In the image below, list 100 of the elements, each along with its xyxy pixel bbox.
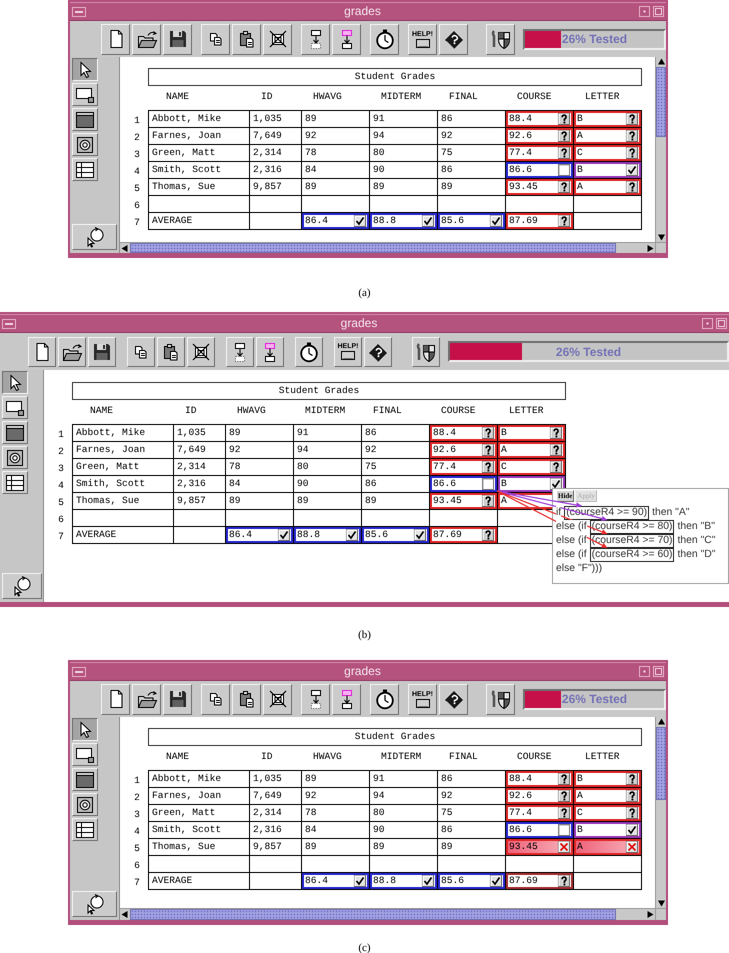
copy-button[interactable] [127,336,155,366]
shield-button[interactable] [412,336,440,366]
check-icon[interactable] [278,529,290,541]
question-icon[interactable] [626,181,638,193]
question-icon[interactable] [626,773,638,785]
window-tool[interactable] [72,768,98,791]
paste-button[interactable] [157,336,185,366]
scroll-thumb[interactable] [656,67,666,138]
right-arrow-icon[interactable] [646,910,655,919]
open-button[interactable] [132,684,161,714]
check-icon[interactable] [490,215,502,227]
horizontal-scrollbar[interactable] [120,908,655,920]
question-icon[interactable] [626,807,638,819]
down-arrow-icon[interactable] [656,233,666,242]
check-icon[interactable] [354,875,366,887]
flow-highlight-button[interactable] [332,24,361,54]
flow-button[interactable] [301,684,330,714]
table-tool[interactable] [72,158,98,181]
target-tool[interactable] [72,133,98,156]
flow-highlight-button[interactable] [256,336,284,366]
vertical-scrollbar[interactable] [655,57,666,242]
window-tool[interactable] [2,421,28,444]
timer-button[interactable] [370,24,399,54]
check-icon[interactable] [626,164,638,176]
scroll-thumb[interactable] [130,243,616,253]
cross-icon[interactable] [558,841,570,853]
question-icon[interactable] [626,147,638,159]
new-button[interactable] [28,336,56,366]
scroll-thumb[interactable] [130,909,616,920]
question-icon[interactable] [558,147,570,159]
question-icon[interactable] [558,773,570,785]
question-button[interactable] [364,336,392,366]
question-icon[interactable] [626,130,638,142]
check-icon[interactable] [354,215,366,227]
check-icon[interactable] [414,529,426,541]
flow-button[interactable] [226,336,254,366]
window-tool[interactable] [72,108,98,131]
delete-button[interactable] [263,24,292,54]
window-menu-icon[interactable] [2,318,16,328]
question-icon[interactable] [550,444,562,456]
question-icon[interactable] [482,529,494,541]
new-button[interactable] [101,684,130,714]
check-icon[interactable] [550,478,562,490]
copy-button[interactable] [201,24,230,54]
down-arrow-icon[interactable] [656,899,666,908]
question-icon[interactable] [482,444,494,456]
shield-button[interactable] [486,684,515,714]
maximize-icon[interactable] [653,6,664,17]
question-icon[interactable] [558,790,570,802]
flow-highlight-button[interactable] [332,684,361,714]
question-icon[interactable] [558,181,570,193]
question-icon[interactable] [558,130,570,142]
pointer-tool[interactable] [72,58,98,81]
save-button[interactable] [163,684,192,714]
question-icon[interactable] [482,461,494,473]
save-button[interactable] [88,336,116,366]
question-icon[interactable] [626,113,638,125]
horizontal-scrollbar[interactable] [120,242,655,253]
flow-button[interactable] [301,24,330,54]
open-button[interactable] [132,24,161,54]
cell-tool[interactable] [72,83,98,106]
timer-button[interactable] [370,684,399,714]
minimize-icon[interactable] [702,318,713,329]
question-icon[interactable] [626,790,638,802]
question-icon[interactable] [482,427,494,439]
cross-icon[interactable] [626,841,638,853]
cell-tool[interactable] [2,396,28,419]
check-icon[interactable] [626,824,638,836]
up-arrow-icon[interactable] [656,717,666,726]
pointer-tool[interactable] [2,371,28,394]
left-arrow-icon[interactable] [120,244,129,252]
window-menu-icon[interactable] [72,6,86,16]
target-tool[interactable] [2,446,28,469]
check-icon[interactable] [422,215,434,227]
question-icon[interactable] [482,495,494,507]
new-button[interactable] [101,24,130,54]
vertical-scrollbar[interactable] [655,717,666,908]
maximize-icon[interactable] [716,318,727,329]
rotate-button[interactable] [72,891,117,917]
question-icon[interactable] [558,875,570,887]
rotate-button[interactable] [2,573,42,599]
rotate-button[interactable] [72,224,117,250]
question-icon[interactable] [550,427,562,439]
cell-tool[interactable] [72,743,98,766]
up-arrow-icon[interactable] [656,57,666,66]
question-button[interactable] [439,684,468,714]
scroll-thumb[interactable] [656,727,666,800]
minimize-icon[interactable] [639,666,650,677]
open-button[interactable] [58,336,86,366]
delete-button[interactable] [187,336,215,366]
save-button[interactable] [163,24,192,54]
left-arrow-icon[interactable] [120,910,129,919]
check-icon[interactable] [422,875,434,887]
window-menu-icon[interactable] [72,666,86,676]
table-tool[interactable] [2,471,28,494]
question-icon[interactable] [558,807,570,819]
check-icon[interactable] [346,529,358,541]
target-tool[interactable] [72,793,98,816]
paste-button[interactable] [232,24,261,54]
table-tool[interactable] [72,818,98,841]
